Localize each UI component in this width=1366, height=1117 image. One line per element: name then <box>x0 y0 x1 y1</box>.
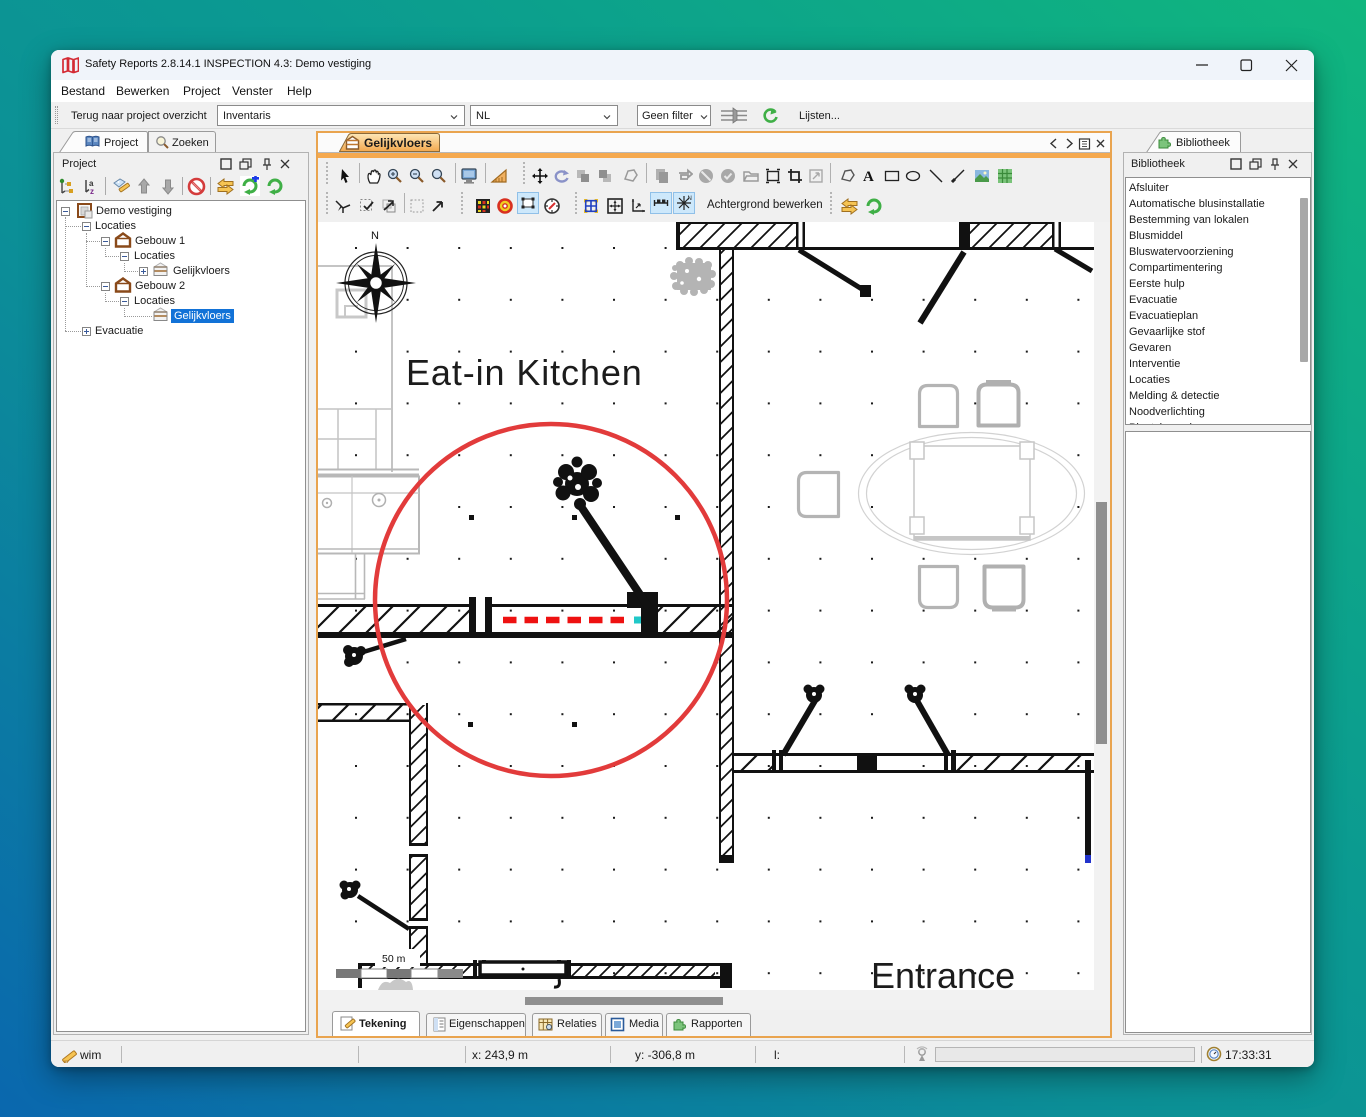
svg-text:A: A <box>863 169 874 185</box>
svg-text:Eat-in Kitchen: Eat-in Kitchen <box>406 352 643 393</box>
svg-text:N: N <box>371 230 379 242</box>
svg-text:z: z <box>90 187 94 196</box>
svg-text:50 m: 50 m <box>382 953 406 965</box>
svg-text:N: N <box>688 196 692 202</box>
svg-text:Entrance: Entrance <box>871 955 1015 990</box>
